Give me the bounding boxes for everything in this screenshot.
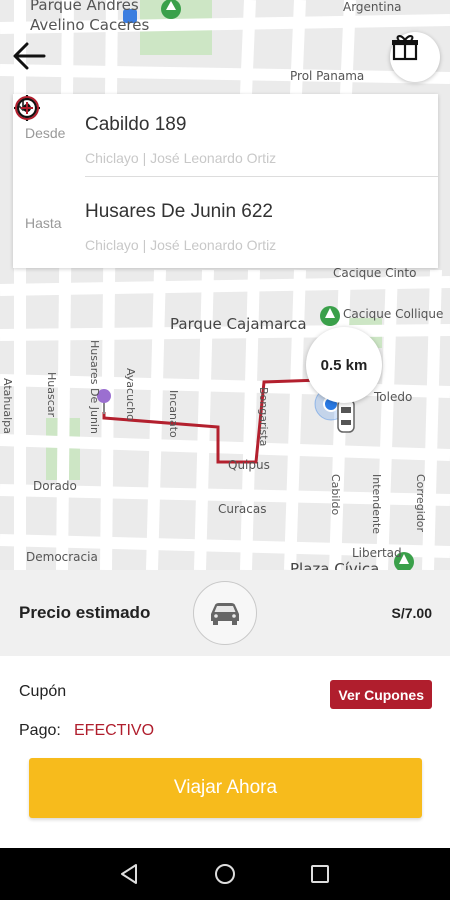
travel-now-button[interactable]: Viajar Ahora: [29, 758, 422, 818]
map-label-prol-panama: Prol Panama: [290, 69, 365, 83]
driver-car-icon: [337, 399, 355, 433]
map-label-toledo: Toledo: [374, 390, 413, 404]
map-label-huascar: Huascar: [45, 372, 58, 418]
gift-button[interactable]: [390, 32, 440, 82]
map-label-avelino-caceres: Avelino Caceres: [30, 16, 150, 34]
distance-value: 0.5 km: [320, 356, 368, 374]
view-coupons-button[interactable]: Ver Cupones: [330, 680, 432, 709]
payment-label: Pago:: [19, 722, 61, 739]
trip-options-panel: Cupón Ver Cupones Pago: EFECTIVO Viajar …: [0, 656, 450, 848]
price-bar: Precio estimado S/7.00: [0, 570, 450, 656]
map-label-bongarista: Bongarista: [257, 387, 270, 447]
map-label-argentina: Argentina: [343, 0, 402, 14]
from-address-title[interactable]: Cabildo 189: [85, 114, 186, 136]
address-divider: [85, 176, 438, 177]
map-label-cacique-cinto: Cacique Cinto: [333, 266, 417, 280]
map-label-ayacucho: Ayacucho: [124, 368, 137, 421]
map-label-parque-cajamarca: Parque Cajamarca: [170, 315, 307, 333]
arrow-left-icon: [13, 42, 46, 70]
price-label: Precio estimado: [19, 603, 151, 622]
nav-home-button[interactable]: [212, 861, 238, 887]
nav-recents-button[interactable]: [307, 861, 333, 887]
map-label-libertad: Libertad: [352, 546, 402, 560]
distance-bubble: 0.5 km: [306, 327, 382, 403]
map-label-plaza-civica: Plaza Cívica: [290, 560, 380, 570]
payment-method-value[interactable]: EFECTIVO: [74, 722, 154, 740]
map-label-cacique-collique: Cacique Collique: [343, 307, 444, 321]
to-address-title[interactable]: Husares De Junin 622: [85, 201, 273, 223]
system-nav-bar: [0, 848, 450, 900]
map-label-cabildo: Cabildo: [329, 474, 342, 516]
square-recents-icon: [311, 865, 329, 883]
car-icon: [211, 603, 239, 625]
triangle-back-icon: [121, 864, 137, 884]
map-label-husares-de-junin: Husares De Junin: [88, 340, 101, 434]
vehicle-type-button[interactable]: [193, 581, 257, 645]
from-address-subtitle: Chiclayo | José Leonardo Ortiz: [85, 150, 277, 166]
gift-icon: [392, 35, 418, 61]
map-label-curacas: Curacas: [218, 502, 267, 516]
back-button[interactable]: [12, 42, 52, 82]
to-side-label: Hasta: [25, 215, 62, 231]
map-label-quipus: Quipus: [228, 458, 270, 472]
map-label-dorado: Dorado: [33, 479, 77, 493]
park-marker-icon: [320, 306, 340, 326]
map-label-corregidor: Corregidor: [414, 474, 427, 533]
coupon-label: Cupón: [19, 683, 67, 700]
price-value: S/7.00: [391, 605, 432, 621]
map-label-incanato: Incanato: [167, 390, 180, 438]
map-label-parque-andres: Parque Andres: [30, 0, 139, 14]
circle-home-icon: [215, 864, 235, 884]
address-card: Desde Cabildo 189 Chiclayo | José Leonar…: [13, 94, 438, 268]
nav-back-button[interactable]: [116, 861, 142, 887]
map-view[interactable]: Parque Andres Avelino Caceres Argentina …: [0, 0, 450, 570]
map-label-democracia: Democracia: [26, 550, 98, 564]
plus-circle-icon[interactable]: [13, 94, 41, 122]
map-label-atahualpa: Atahualpa: [1, 378, 14, 434]
to-address-subtitle: Chiclayo | José Leonardo Ortiz: [85, 237, 277, 253]
map-label-intendente: Intendente: [370, 474, 383, 535]
from-side-label: Desde: [25, 125, 66, 141]
